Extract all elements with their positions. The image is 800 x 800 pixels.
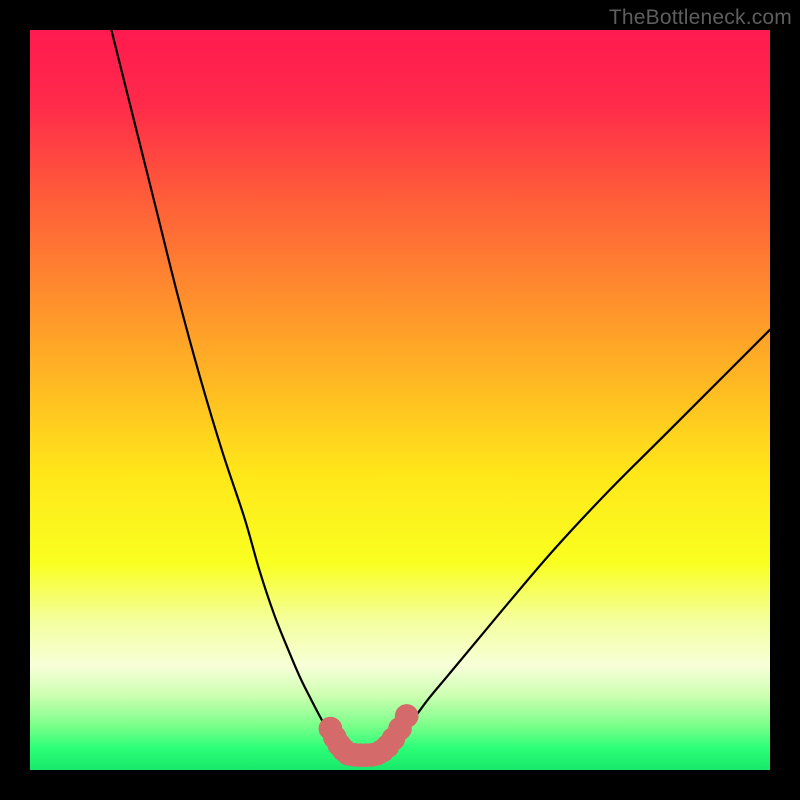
curve-group bbox=[111, 30, 770, 755]
bottleneck-curve bbox=[111, 30, 770, 755]
valley-marker bbox=[395, 704, 419, 728]
valley-markers bbox=[319, 704, 419, 767]
chart-frame: TheBottleneck.com bbox=[0, 0, 800, 800]
chart-svg bbox=[30, 30, 770, 770]
watermark-text: TheBottleneck.com bbox=[609, 6, 792, 30]
